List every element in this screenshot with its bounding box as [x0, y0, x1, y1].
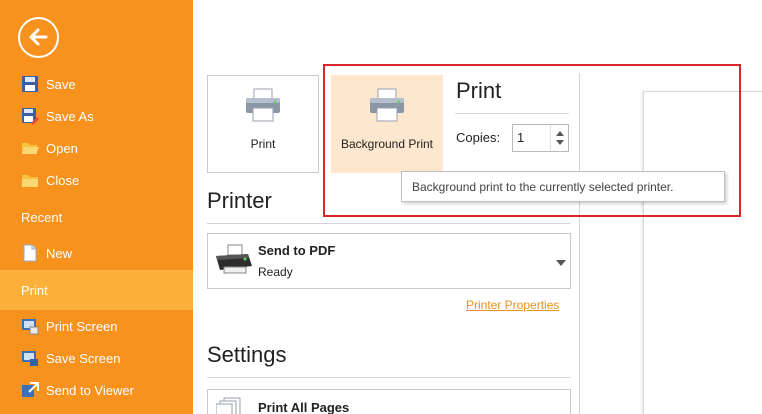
sidebar-item-label: Print: [21, 282, 48, 298]
printer-name: Send to PDF: [258, 243, 336, 258]
sidebar-item-label: Send to Viewer: [46, 382, 134, 398]
sidebar-item-label: New: [46, 245, 73, 261]
sidebar-item-print[interactable]: Print: [0, 270, 193, 310]
folder-open-icon: [21, 139, 39, 157]
sidebar-item-label: Print Screen: [46, 318, 118, 334]
print-pages-select[interactable]: Print All Pages: [207, 389, 571, 414]
save-as-icon: [21, 107, 39, 125]
sidebar-item-save[interactable]: Save: [0, 68, 193, 100]
new-document-icon: [21, 244, 39, 262]
sidebar-item-label: Save Screen: [46, 350, 121, 366]
save-screen-icon: [21, 349, 39, 367]
sidebar-item-label: Save: [46, 76, 76, 92]
printer-select[interactable]: Send to PDF Ready: [207, 233, 571, 289]
print-button-label: Print: [250, 137, 276, 151]
printer-section-divider: [207, 223, 570, 224]
printer-section-title: Printer: [207, 188, 272, 213]
sidebar-item-new[interactable]: New: [0, 237, 193, 269]
sidebar-item-label: Save As: [46, 108, 94, 124]
sidebar-item-send-to-viewer[interactable]: Send to Viewer: [0, 374, 193, 406]
printer-status: Ready: [258, 265, 293, 279]
pages-icon: [215, 396, 246, 414]
print-pages-label: Print All Pages: [258, 400, 350, 414]
sidebar-item-label: Open: [46, 140, 78, 156]
sidebar-item-print-screen[interactable]: Print Screen: [0, 310, 193, 342]
printer-icon: [244, 88, 282, 125]
print-backstage: Save Save As Open Close Recent New Print…: [0, 0, 762, 414]
back-button[interactable]: [18, 17, 59, 58]
folder-close-icon: [21, 171, 39, 189]
back-arrow-icon: [29, 28, 48, 46]
floppy-disk-icon: [21, 75, 39, 93]
settings-section-title: Settings: [207, 342, 287, 367]
sidebar-section-recent[interactable]: Recent: [21, 210, 62, 225]
sidebar-item-close[interactable]: Close: [0, 164, 193, 196]
printer-device-icon: [214, 244, 254, 283]
chevron-down-icon[interactable]: [556, 260, 566, 266]
print-button[interactable]: Print: [207, 75, 319, 173]
printer-properties-link[interactable]: Printer Properties: [466, 298, 559, 312]
settings-section-divider: [207, 377, 570, 378]
sidebar-item-label: Close: [46, 172, 80, 188]
background-print-tooltip: Background print to the currently select…: [401, 171, 725, 202]
print-screen-icon: [21, 317, 39, 335]
sidebar-item-save-screen[interactable]: Save Screen: [0, 342, 193, 374]
send-to-viewer-icon: [21, 381, 39, 399]
sidebar-item-open[interactable]: Open: [0, 132, 193, 164]
sidebar-item-save-as[interactable]: Save As: [0, 100, 193, 132]
backstage-sidebar: Save Save As Open Close Recent New Print…: [0, 0, 193, 414]
